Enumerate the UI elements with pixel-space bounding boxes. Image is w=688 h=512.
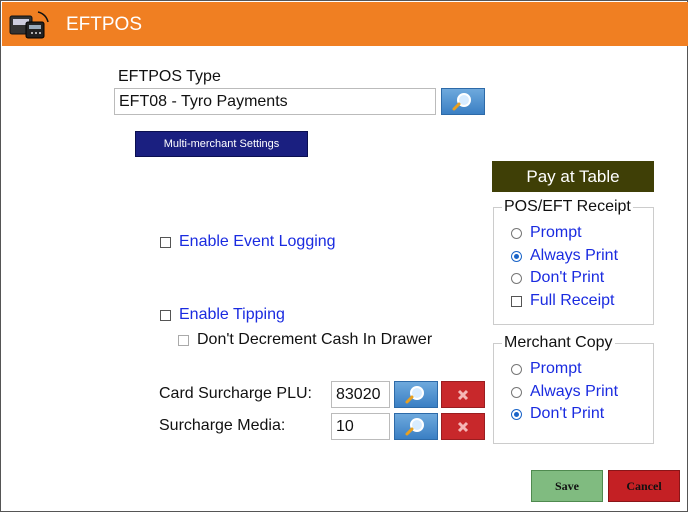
enable-event-logging-option[interactable]: Enable Event Logging	[160, 233, 336, 251]
tipping-label: Enable Tipping	[179, 306, 285, 323]
surcharge-media-label: Surcharge Media:	[159, 417, 286, 434]
full-receipt-checkbox[interactable]	[511, 295, 522, 307]
eftpos-type-search-button[interactable]	[441, 88, 485, 115]
magnifier-icon	[405, 385, 424, 403]
receipt-always-print-label: Always Print	[530, 247, 619, 264]
receipt-option-dont-print[interactable]: Don't Print	[511, 269, 604, 287]
dont-decrement-checkbox[interactable]	[178, 334, 189, 346]
card-surcharge-plu-field[interactable]	[331, 381, 390, 408]
merchant-always-print-radio[interactable]	[511, 386, 522, 398]
multi-merchant-settings-button[interactable]: Multi-merchant Settings	[135, 131, 308, 157]
merchant-option-dont-print[interactable]: Don't Print	[511, 405, 604, 423]
merchant-always-print-label: Always Print	[530, 383, 619, 400]
eftpos-type-label: EFTPOS Type	[118, 68, 221, 85]
merchant-copy-group: Merchant Copy Prompt Always Print Don't …	[493, 334, 654, 444]
surcharge-plu-clear-button[interactable]	[441, 381, 485, 408]
surcharge-media-field[interactable]	[331, 413, 390, 440]
cancel-button[interactable]: Cancel	[608, 470, 680, 502]
eftpos-type-field[interactable]	[114, 88, 436, 115]
surcharge-media-clear-button[interactable]	[441, 413, 485, 440]
tipping-checkbox[interactable]	[160, 309, 171, 321]
merchant-dont-print-radio[interactable]	[511, 408, 522, 420]
event-logging-checkbox[interactable]	[160, 236, 171, 248]
receipt-prompt-label: Prompt	[530, 224, 582, 241]
pay-at-table-button[interactable]: Pay at Table	[492, 161, 654, 192]
receipt-dont-print-label: Don't Print	[530, 269, 605, 286]
eftpos-terminal-icon	[9, 11, 49, 39]
close-icon	[457, 421, 469, 432]
magnifier-icon	[405, 417, 424, 435]
surcharge-media-search-button[interactable]	[394, 413, 438, 440]
receipt-dont-print-radio[interactable]	[511, 272, 522, 284]
receipt-prompt-radio[interactable]	[511, 227, 522, 239]
save-button[interactable]: Save	[531, 470, 603, 502]
pos-eft-receipt-group: POS/EFT Receipt Prompt Always Print Don'…	[493, 198, 654, 325]
dont-decrement-cash-option[interactable]: Don't Decrement Cash In Drawer	[178, 331, 432, 349]
receipt-option-prompt[interactable]: Prompt	[511, 224, 582, 242]
dont-decrement-label: Don't Decrement Cash In Drawer	[197, 331, 433, 348]
enable-tipping-option[interactable]: Enable Tipping	[160, 306, 285, 324]
merchant-prompt-radio[interactable]	[511, 363, 522, 375]
merchant-option-always-print[interactable]: Always Print	[511, 383, 618, 401]
merchant-option-prompt[interactable]: Prompt	[511, 360, 582, 378]
pos-eft-receipt-title: POS/EFT Receipt	[502, 198, 633, 216]
title-bar: EFTPOS	[2, 2, 688, 46]
receipt-always-print-radio[interactable]	[511, 250, 522, 262]
window-title: EFTPOS	[66, 14, 143, 35]
eftpos-window: EFTPOS EFTPOS Type Multi-merchant Settin…	[0, 0, 688, 512]
merchant-dont-print-label: Don't Print	[530, 405, 605, 422]
event-logging-label: Enable Event Logging	[179, 233, 336, 250]
merchant-copy-title: Merchant Copy	[502, 334, 615, 352]
surcharge-plu-search-button[interactable]	[394, 381, 438, 408]
full-receipt-option[interactable]: Full Receipt	[511, 292, 614, 310]
receipt-option-always-print[interactable]: Always Print	[511, 247, 618, 265]
close-icon	[457, 389, 469, 400]
merchant-prompt-label: Prompt	[530, 360, 582, 377]
magnifier-icon	[452, 92, 471, 110]
full-receipt-label: Full Receipt	[530, 292, 615, 309]
card-surcharge-plu-label: Card Surcharge PLU:	[159, 385, 312, 402]
